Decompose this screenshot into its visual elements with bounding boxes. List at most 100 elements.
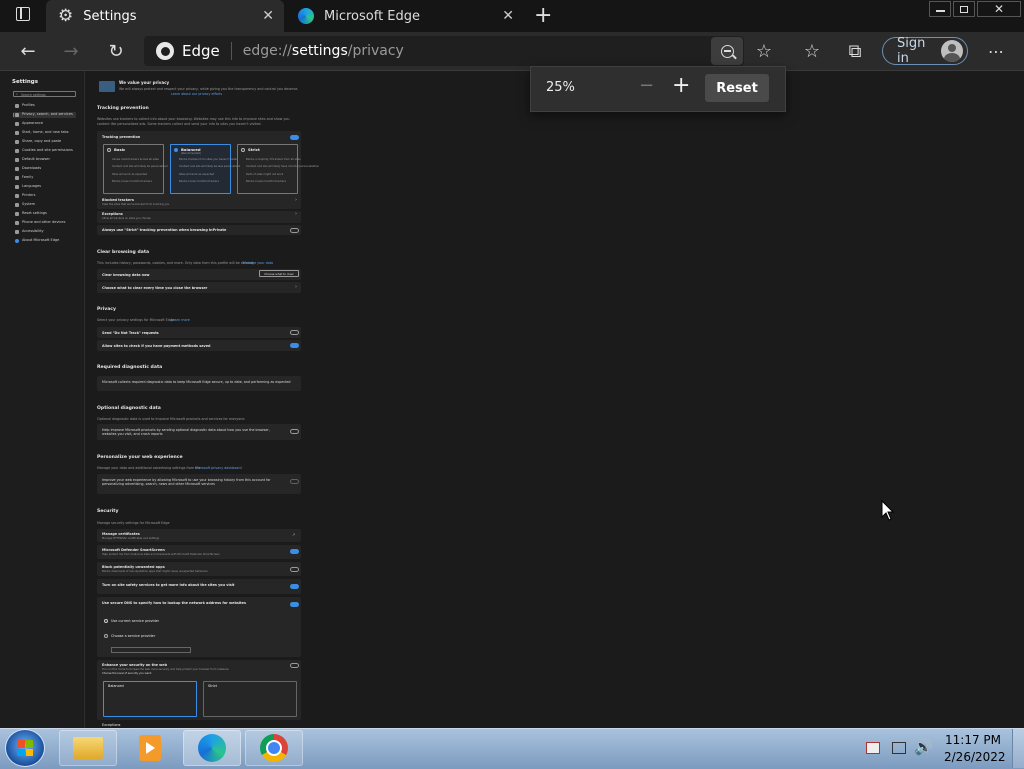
new-tab-icon[interactable]: + xyxy=(534,3,552,28)
pua-desc: Blocks downloads of low-reputation apps … xyxy=(102,570,208,573)
card-line: Sites will work as expected xyxy=(179,173,215,176)
taskbar-media-player[interactable] xyxy=(121,730,179,766)
collections-icon[interactable]: ⧉ xyxy=(842,38,868,64)
sidebar-item-phone[interactable]: Phone and other devices xyxy=(22,220,65,224)
sidebar-item-cookies[interactable]: Cookies and site permissions xyxy=(22,148,73,152)
inprivate-toggle[interactable] xyxy=(290,228,299,233)
tracking-basic-card[interactable]: Basic Allows most trackers across all si… xyxy=(103,144,167,194)
sidebar-item-default-browser[interactable]: Default browser xyxy=(22,157,50,161)
folder-icon xyxy=(73,737,103,759)
tray-network-icon[interactable] xyxy=(892,742,906,754)
forward-icon[interactable]: → xyxy=(58,38,84,64)
zoom-plus-button[interactable]: + xyxy=(672,73,690,98)
clock-date[interactable]: 2/26/2022 xyxy=(944,750,1006,764)
sidebar-item-profiles[interactable]: Profiles xyxy=(22,103,35,107)
sidebar-item-about[interactable]: About Microsoft Edge xyxy=(22,238,59,242)
payment-toggle[interactable] xyxy=(290,343,299,348)
add-favorite-icon[interactable]: ☆ xyxy=(751,38,777,64)
card-line: Blocks trackers from sites you haven't v… xyxy=(179,158,238,161)
window-controls: ✕ xyxy=(928,0,1024,18)
back-icon[interactable]: ← xyxy=(15,38,41,64)
close-window-icon[interactable]: ✕ xyxy=(977,1,1021,17)
radio-selected-icon[interactable] xyxy=(104,619,108,623)
tab-actions-icon[interactable] xyxy=(16,7,30,21)
dnt-label: Send "Do Not Track" requests xyxy=(102,331,159,335)
personalize-link[interactable]: Microsoft privacy dashboard xyxy=(195,466,242,470)
card-line: Blocks known harmful trackers xyxy=(179,180,219,183)
tracking-strict-card[interactable]: Strict Blocks a majority of trackers fro… xyxy=(237,144,319,194)
search-settings-input[interactable]: ⌕ Search settings xyxy=(13,91,76,97)
clear-link[interactable]: Manage your data xyxy=(243,261,273,265)
card-line: Parts of sites might not work xyxy=(246,173,284,176)
tab-settings[interactable]: ⚙ Settings ✕ xyxy=(46,0,284,32)
banner-link[interactable]: Learn about our privacy efforts xyxy=(171,92,222,96)
chevron-right-icon: › xyxy=(295,197,297,203)
tray-volume-icon[interactable]: 🔊 xyxy=(914,738,933,756)
sidebar-item-family[interactable]: Family xyxy=(22,175,33,179)
refresh-icon[interactable]: ↻ xyxy=(103,38,129,64)
radio-icon[interactable] xyxy=(104,634,108,638)
cookie-icon xyxy=(15,149,19,153)
sidebar-item-privacy[interactable]: Privacy, search, and services xyxy=(22,112,73,116)
chevron-right-icon: › xyxy=(295,284,297,290)
minimize-icon[interactable] xyxy=(929,1,951,17)
printer-icon xyxy=(15,194,19,198)
zoom-reset-button[interactable]: Reset xyxy=(705,74,769,102)
card-line: Allows most trackers across all sites xyxy=(112,158,159,161)
start-button[interactable] xyxy=(5,729,45,767)
enhance-balanced-card[interactable]: Balanced xyxy=(103,681,197,717)
edge-logo-icon xyxy=(15,239,19,243)
phone-icon xyxy=(15,221,19,225)
banner-text: We will always protect and respect your … xyxy=(119,87,299,91)
smartscreen-toggle[interactable] xyxy=(290,549,299,554)
enhance-strict-card[interactable]: Strict xyxy=(203,681,297,717)
privacy-link[interactable]: Learn more xyxy=(171,318,190,322)
dnt-toggle[interactable] xyxy=(290,330,299,335)
zoom-minus-button[interactable]: − xyxy=(639,75,654,96)
site-safety-toggle[interactable] xyxy=(290,584,299,589)
pua-toggle[interactable] xyxy=(290,567,299,572)
sidebar-item-languages[interactable]: Languages xyxy=(22,184,41,188)
taskbar-chrome[interactable] xyxy=(245,730,303,766)
taskbar-edge[interactable] xyxy=(183,730,241,766)
windows-logo-icon xyxy=(17,740,33,756)
tracking-desc: Websites use trackers to collect info ab… xyxy=(97,117,290,126)
clock-time[interactable]: 11:17 PM xyxy=(944,733,1002,747)
sign-in-button[interactable]: Sign in xyxy=(882,36,968,66)
sidebar-item-appearance[interactable]: Appearance xyxy=(22,121,43,125)
sidebar-item-system[interactable]: System xyxy=(22,202,35,206)
zoom-out-icon[interactable] xyxy=(711,37,743,65)
enhance-security-toggle[interactable] xyxy=(290,663,299,668)
sidebar-item-start-home[interactable]: Start, home, and new tabs xyxy=(22,130,69,134)
chrome-logo-icon xyxy=(260,734,288,762)
sidebar-item-accessibility[interactable]: Accessibility xyxy=(22,229,44,233)
more-menu-icon[interactable]: ⋯ xyxy=(983,38,1009,64)
show-desktop-button[interactable] xyxy=(1012,729,1024,768)
close-tab-icon[interactable]: ✕ xyxy=(262,8,274,24)
sidebar-item-downloads[interactable]: Downloads xyxy=(22,166,41,170)
tray-flag-icon[interactable] xyxy=(866,742,880,754)
taskbar-explorer[interactable] xyxy=(59,730,117,766)
required-diagnostic-desc: Microsoft collects required diagnostic d… xyxy=(102,380,291,384)
close-tab-icon[interactable]: ✕ xyxy=(502,8,514,24)
sidebar-item-share[interactable]: Share, copy and paste xyxy=(22,139,61,143)
system-icon xyxy=(15,203,19,207)
smartscreen-desc: Help protect me from malicious sites and… xyxy=(102,553,220,556)
personalize-toggle[interactable] xyxy=(290,479,299,484)
card-line: Blocks a majority of trackers from all s… xyxy=(246,158,301,161)
sidebar-item-reset[interactable]: Reset settings xyxy=(22,211,47,215)
tab-microsoft-edge[interactable]: Microsoft Edge ✕ xyxy=(286,0,524,32)
exceptions-label: Exceptions xyxy=(102,212,123,216)
secure-dns-toggle[interactable] xyxy=(290,602,299,607)
choose-what-to-clear-button[interactable]: Choose what to clear xyxy=(259,270,299,277)
dns-provider-input[interactable] xyxy=(111,647,191,653)
maximize-icon[interactable] xyxy=(953,1,975,17)
optional-diagnostic-toggle[interactable] xyxy=(290,429,299,434)
favorites-icon[interactable]: ☆ xyxy=(799,38,825,64)
tracking-toggle[interactable] xyxy=(290,135,299,140)
tracking-balanced-card[interactable]: Balanced (Recommended) Blocks trackers f… xyxy=(170,144,240,194)
sidebar-item-printers[interactable]: Printers xyxy=(22,193,35,197)
search-placeholder: Search settings xyxy=(21,92,46,97)
personalize-label: Improve your web experience by allowing … xyxy=(102,478,271,487)
address-bar[interactable]: Edge edge:// settings /privacy xyxy=(144,36,744,66)
